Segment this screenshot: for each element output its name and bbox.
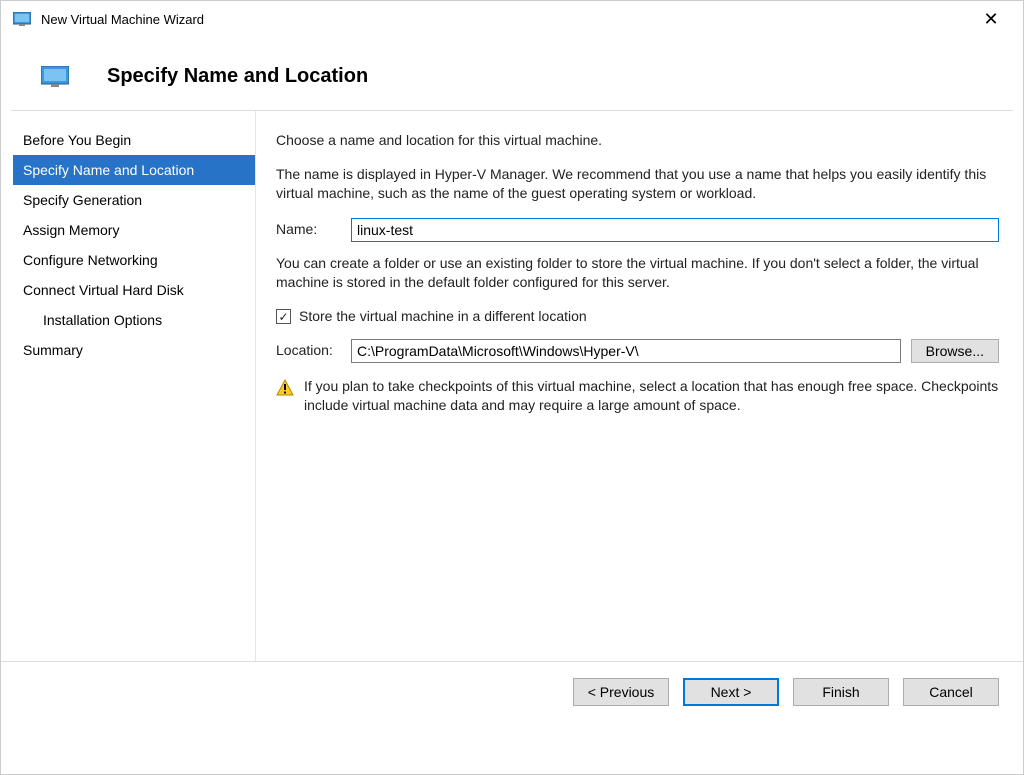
sidebar-item-configure-networking[interactable]: Configure Networking xyxy=(13,245,255,275)
header-icon xyxy=(41,66,69,88)
location-row: Location: Browse... xyxy=(276,339,999,363)
next-button[interactable]: Next > xyxy=(683,678,779,706)
warning-text: If you plan to take checkpoints of this … xyxy=(304,377,999,416)
titlebar: New Virtual Machine Wizard ✕ xyxy=(1,1,1023,37)
footer: < Previous Next > Finish Cancel xyxy=(1,661,1023,722)
sidebar-item-installation-options[interactable]: Installation Options xyxy=(13,305,255,335)
content-area: Before You Begin Specify Name and Locati… xyxy=(1,111,1023,661)
window-title: New Virtual Machine Wizard xyxy=(41,12,971,27)
name-label: Name: xyxy=(276,220,351,240)
sidebar-item-specify-name-location[interactable]: Specify Name and Location xyxy=(13,155,255,185)
location-input[interactable] xyxy=(351,339,901,363)
name-row: Name: xyxy=(276,218,999,242)
store-checkbox[interactable]: ✓ xyxy=(276,309,291,324)
close-button[interactable]: ✕ xyxy=(971,9,1011,30)
cancel-button[interactable]: Cancel xyxy=(903,678,999,706)
sidebar-item-summary[interactable]: Summary xyxy=(13,335,255,365)
finish-button[interactable]: Finish xyxy=(793,678,889,706)
sidebar-item-before-you-begin[interactable]: Before You Begin xyxy=(13,125,255,155)
sidebar-item-specify-generation[interactable]: Specify Generation xyxy=(13,185,255,215)
wizard-header: Specify Name and Location xyxy=(1,37,1023,110)
sidebar-item-assign-memory[interactable]: Assign Memory xyxy=(13,215,255,245)
wizard-steps-sidebar: Before You Begin Specify Name and Locati… xyxy=(1,111,256,661)
warning-icon xyxy=(276,379,294,397)
sidebar-item-connect-vhd[interactable]: Connect Virtual Hard Disk xyxy=(13,275,255,305)
intro-text-2: The name is displayed in Hyper-V Manager… xyxy=(276,165,999,204)
location-label: Location: xyxy=(276,341,351,361)
browse-button[interactable]: Browse... xyxy=(911,339,999,363)
intro-text-1: Choose a name and location for this virt… xyxy=(276,131,999,151)
store-checkbox-label: Store the virtual machine in a different… xyxy=(299,307,587,327)
main-panel: Choose a name and location for this virt… xyxy=(258,111,1023,661)
app-icon xyxy=(13,12,31,26)
store-different-location-row: ✓ Store the virtual machine in a differe… xyxy=(276,307,999,327)
page-title: Specify Name and Location xyxy=(107,65,368,88)
previous-button[interactable]: < Previous xyxy=(573,678,669,706)
folder-info-text: You can create a folder or use an existi… xyxy=(276,254,999,293)
warning-row: If you plan to take checkpoints of this … xyxy=(276,377,999,416)
name-input[interactable] xyxy=(351,218,999,242)
